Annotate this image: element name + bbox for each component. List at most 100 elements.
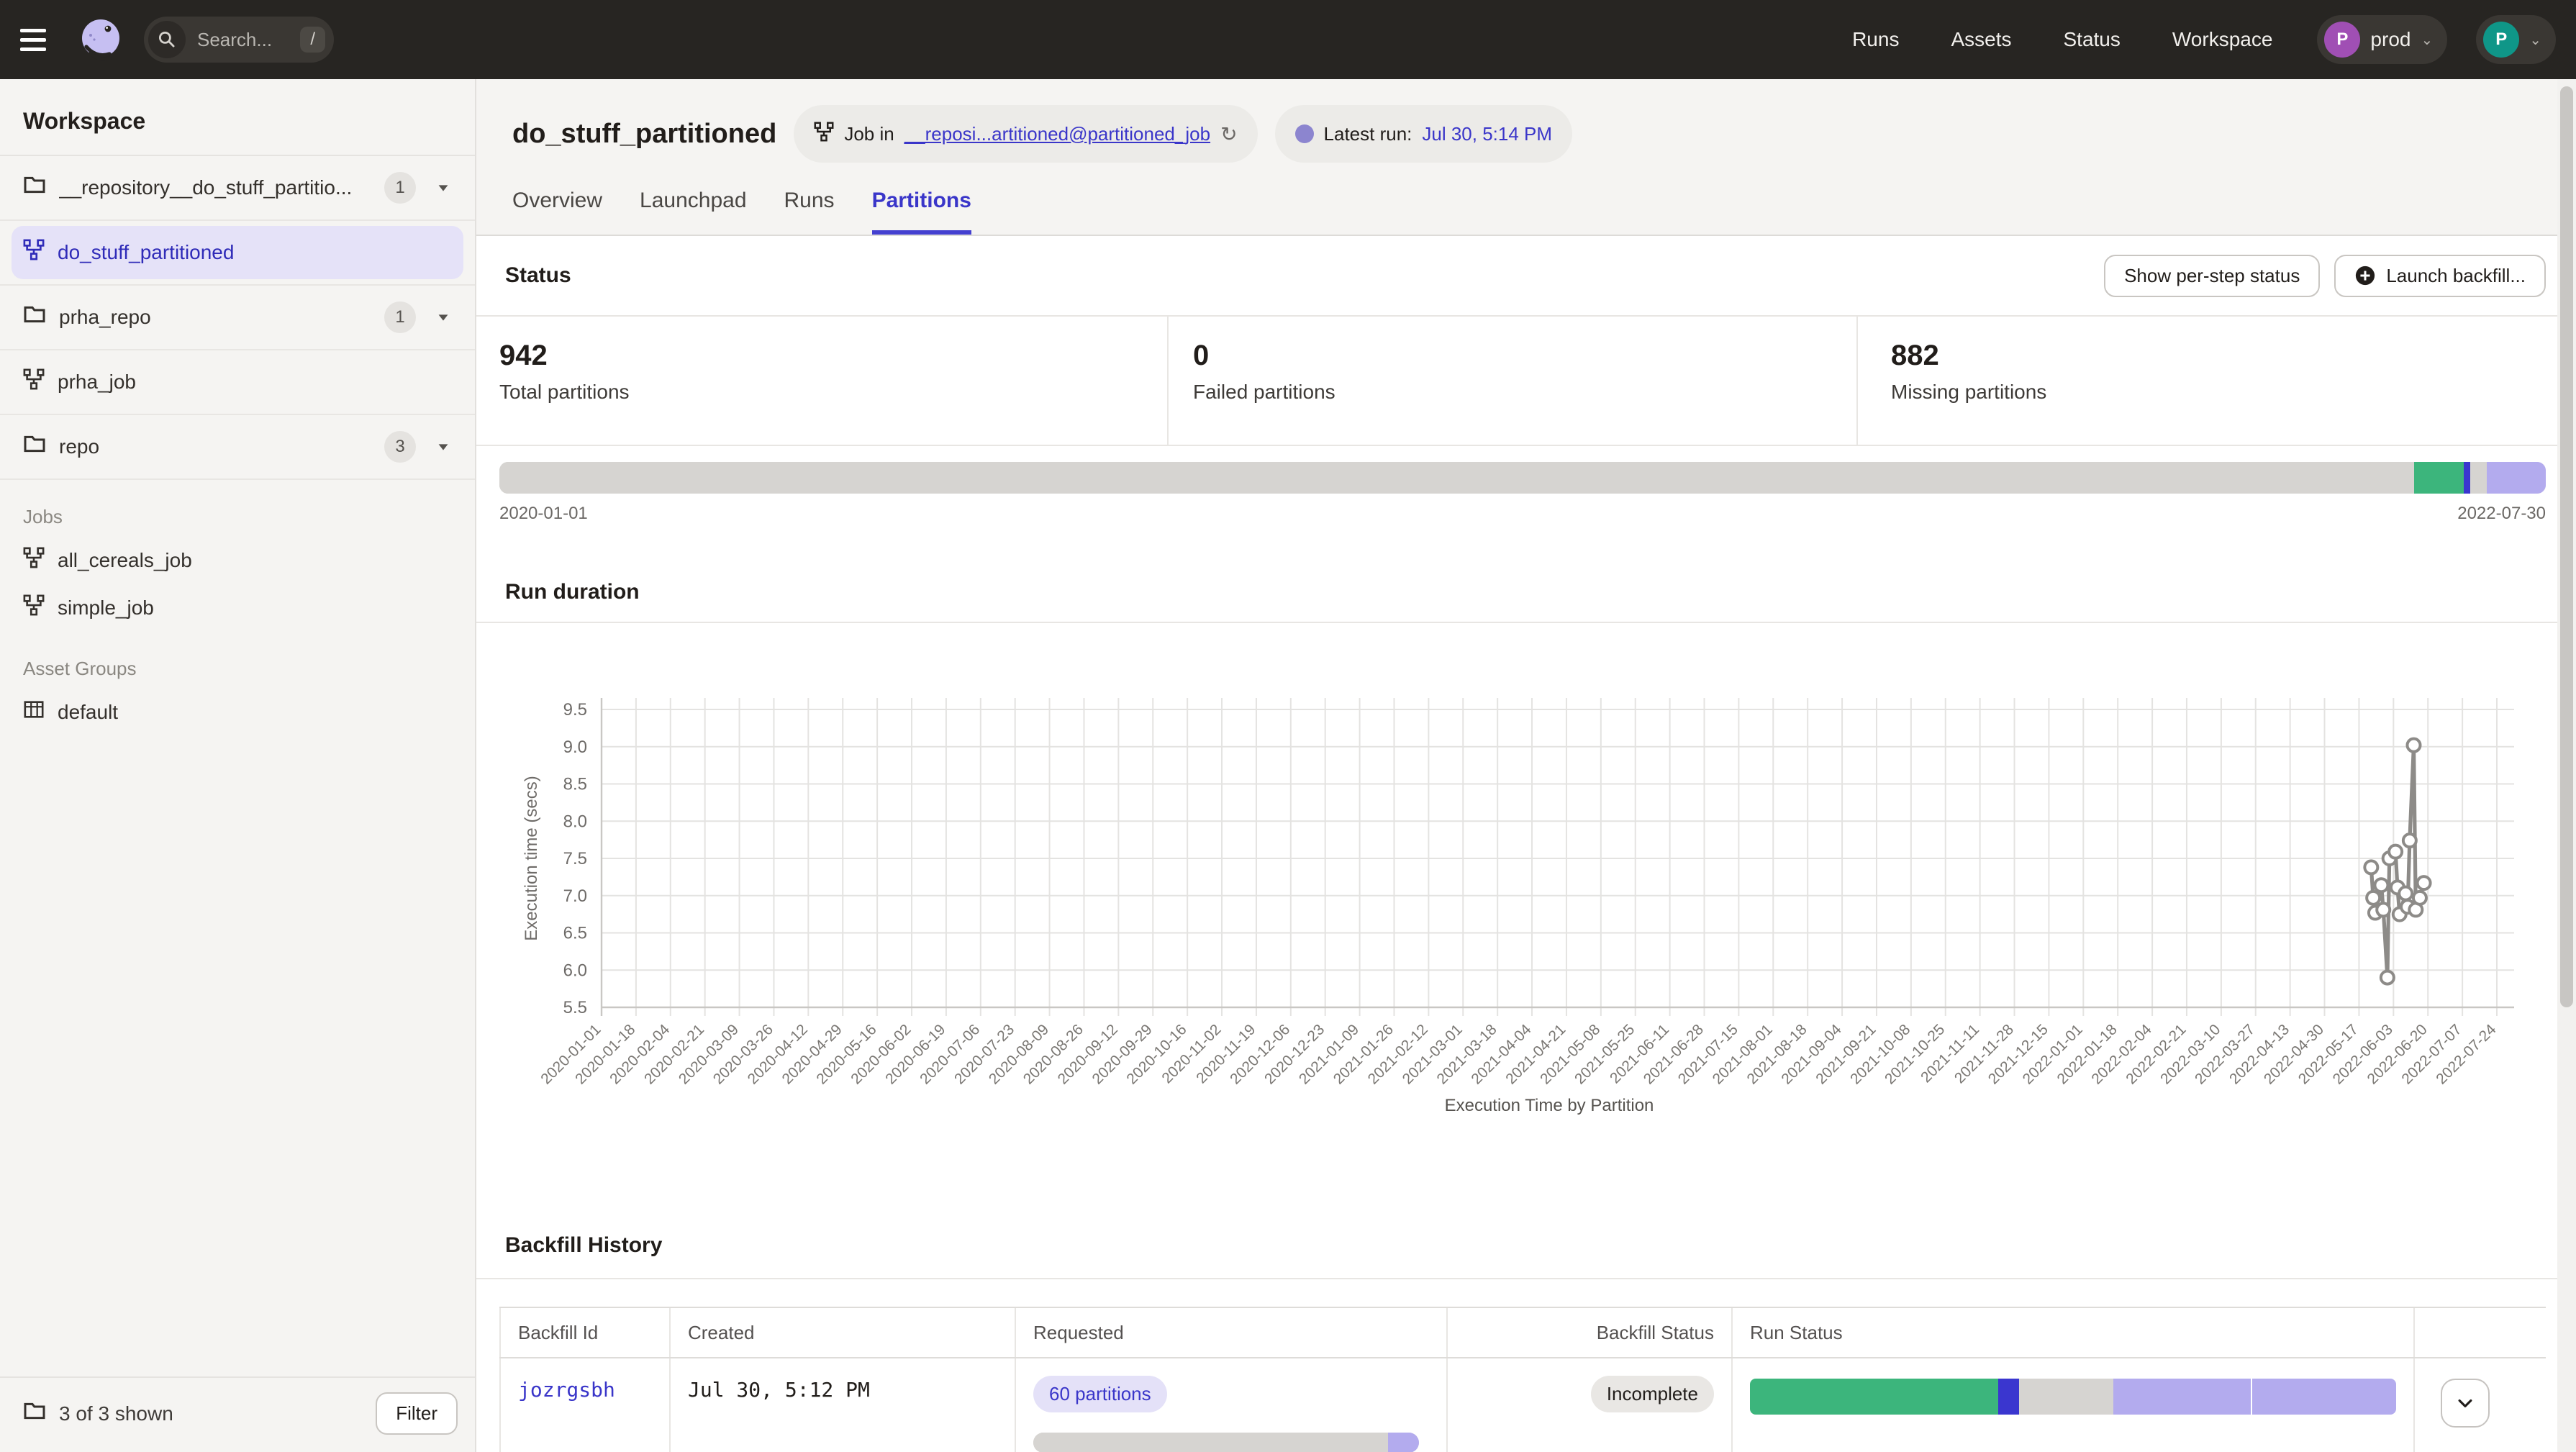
job-icon <box>814 122 834 147</box>
launch-backfill-button[interactable]: Launch backfill... <box>2334 255 2546 297</box>
col-requested: Requested <box>1016 1308 1448 1357</box>
user-menu[interactable]: P ⌄ <box>2476 15 2556 64</box>
backfill-created: Jul 30, 5:12 PM <box>688 1378 870 1402</box>
col-backfill-id: Backfill Id <box>499 1308 671 1357</box>
plus-circle-icon <box>2354 265 2376 286</box>
job-header: do_stuff_partitioned Job in __reposi...a… <box>476 79 2576 163</box>
job-tabs: Overview Launchpad Runs Partitions <box>476 163 2576 236</box>
table-header-row: Backfill Id Created Requested Backfill S… <box>499 1308 2546 1357</box>
svg-text:6.5: 6.5 <box>563 924 587 943</box>
svg-text:Execution Time by Partition: Execution Time by Partition <box>1445 1096 1654 1115</box>
tab-overview[interactable]: Overview <box>512 189 602 235</box>
partitions-content: Status Show per-step status Launch backf… <box>476 236 2576 1452</box>
backfill-history-title: Backfill History <box>505 1233 2546 1258</box>
page-scrollbar[interactable] <box>2557 79 2576 1452</box>
svg-text:5.5: 5.5 <box>563 998 587 1017</box>
sidebar-item-prha-job[interactable]: prha_job <box>0 350 475 415</box>
app-root: Search... / Runs Assets Status Workspace… <box>0 0 2576 1452</box>
count-badge: 3 <box>384 431 416 463</box>
table-grid-icon <box>23 699 45 726</box>
folder-icon <box>23 432 46 461</box>
svg-text:6.0: 6.0 <box>563 961 587 980</box>
tab-runs[interactable]: Runs <box>784 189 835 235</box>
search-input[interactable]: Search... / <box>144 17 334 63</box>
job-icon <box>23 368 45 396</box>
count-badge: 1 <box>384 301 416 333</box>
sidebar-item-all-cereals-job[interactable]: all_cereals_job <box>0 537 475 584</box>
chevron-down-icon <box>2455 1393 2475 1413</box>
partition-range-start: 2020-01-01 <box>499 504 588 524</box>
sidebar-item-simple-job[interactable]: simple_job <box>0 584 475 632</box>
user-avatar: P <box>2483 22 2519 58</box>
latest-run-link[interactable]: Jul 30, 5:14 PM <box>1422 123 1552 145</box>
show-per-step-status-button[interactable]: Show per-step status <box>2104 255 2320 297</box>
count-badge: 1 <box>384 172 416 204</box>
folder-icon <box>23 303 46 332</box>
status-section-title: Status <box>505 263 2104 288</box>
repository-link[interactable]: __reposi...artitioned@partitioned_job <box>904 123 1210 145</box>
asset-groups-section-title: Asset Groups <box>0 632 475 689</box>
stat-total-partitions: 942 Total partitions <box>476 317 1167 445</box>
run-status-dot <box>1295 124 1314 143</box>
job-icon <box>23 239 45 266</box>
repos-shown-count: 3 of 3 shown <box>59 1402 363 1425</box>
search-placeholder: Search... <box>197 29 289 51</box>
jobs-section-title: Jobs <box>0 480 475 537</box>
col-created: Created <box>671 1308 1016 1357</box>
backfill-status-badge: Incomplete <box>1591 1376 1714 1412</box>
expand-row-button[interactable] <box>2441 1379 2490 1428</box>
requested-partitions-pill[interactable]: 60 partitions <box>1033 1376 1167 1412</box>
nav-link-assets[interactable]: Assets <box>1951 28 2011 51</box>
hamburger-menu-icon[interactable] <box>20 21 58 58</box>
run-status-bar[interactable] <box>1750 1379 2396 1415</box>
chevron-down-icon: ⌄ <box>2421 31 2433 49</box>
col-backfill-status: Backfill Status <box>1448 1308 1733 1357</box>
deployment-avatar: P <box>2324 22 2360 58</box>
chevron-down-icon: ⌄ <box>2529 31 2541 49</box>
svg-text:8.5: 8.5 <box>563 775 587 794</box>
search-shortcut-key: / <box>300 27 325 53</box>
sidebar-item-default-asset-group[interactable]: default <box>0 689 475 736</box>
job-in-label: Job in <box>844 123 894 145</box>
nav-link-workspace[interactable]: Workspace <box>2172 28 2273 51</box>
deployment-switcher[interactable]: P prod ⌄ <box>2317 15 2447 64</box>
tab-partitions[interactable]: Partitions <box>872 189 971 235</box>
job-location-pill: Job in __reposi...artitioned@partitioned… <box>794 105 1257 163</box>
chevron-down-icon[interactable] <box>429 173 458 202</box>
backfill-id-link[interactable]: jozrgsbh <box>518 1378 615 1402</box>
nav-link-status[interactable]: Status <box>2063 28 2120 51</box>
main-panel: do_stuff_partitioned Job in __reposi...a… <box>476 79 2576 1452</box>
dagster-logo-icon[interactable] <box>78 17 124 63</box>
workspace-sidebar: Workspace __repository__do_stuff_partiti… <box>0 79 476 1452</box>
scrollbar-thumb[interactable] <box>2560 86 2573 1007</box>
table-row: jozrgsbh Jul 30, 5:12 PM 60 partitions 2… <box>499 1357 2546 1452</box>
top-nav: Search... / Runs Assets Status Workspace… <box>0 0 2576 79</box>
col-run-status: Run Status <box>1733 1308 2415 1357</box>
deployment-name: prod <box>2370 28 2411 51</box>
sidebar-item-do-stuff-partitioned[interactable]: do_stuff_partitioned <box>0 221 475 286</box>
backfill-history-table: Backfill Id Created Requested Backfill S… <box>499 1307 2546 1452</box>
svg-text:7.0: 7.0 <box>563 886 587 906</box>
sidebar-title: Workspace <box>0 79 475 156</box>
partition-status-bar-block: 2020-01-01 2022-07-30 <box>476 445 2576 540</box>
svg-text:9.0: 9.0 <box>563 738 587 757</box>
stat-missing-partitions: 882 Missing partitions <box>1856 317 2576 445</box>
sidebar-item-prha-repo[interactable]: prha_repo 1 <box>0 286 475 350</box>
partition-status-bar[interactable] <box>499 462 2546 494</box>
latest-run-pill: Latest run: Jul 30, 5:14 PM <box>1275 105 1573 163</box>
chevron-down-icon[interactable] <box>429 432 458 461</box>
tab-launchpad[interactable]: Launchpad <box>640 189 746 235</box>
sidebar-item-repository-do-stuff[interactable]: __repository__do_stuff_partitio... 1 <box>0 156 475 221</box>
sidebar-item-repo[interactable]: repo 3 <box>0 415 475 480</box>
svg-text:8.0: 8.0 <box>563 812 587 831</box>
sidebar-footer: 3 of 3 shown Filter <box>0 1376 475 1452</box>
run-duration-chart[interactable]: 5.56.06.57.07.58.08.59.09.52020-01-01202… <box>476 623 2576 1144</box>
filter-button[interactable]: Filter <box>376 1392 458 1435</box>
chevron-down-icon[interactable] <box>429 303 458 332</box>
reload-icon[interactable]: ↻ <box>1220 122 1237 146</box>
job-icon <box>23 547 45 574</box>
job-icon <box>23 594 45 622</box>
nav-link-runs[interactable]: Runs <box>1852 28 1899 51</box>
folder-icon <box>23 1399 46 1428</box>
latest-run-label: Latest run: <box>1324 123 1412 145</box>
